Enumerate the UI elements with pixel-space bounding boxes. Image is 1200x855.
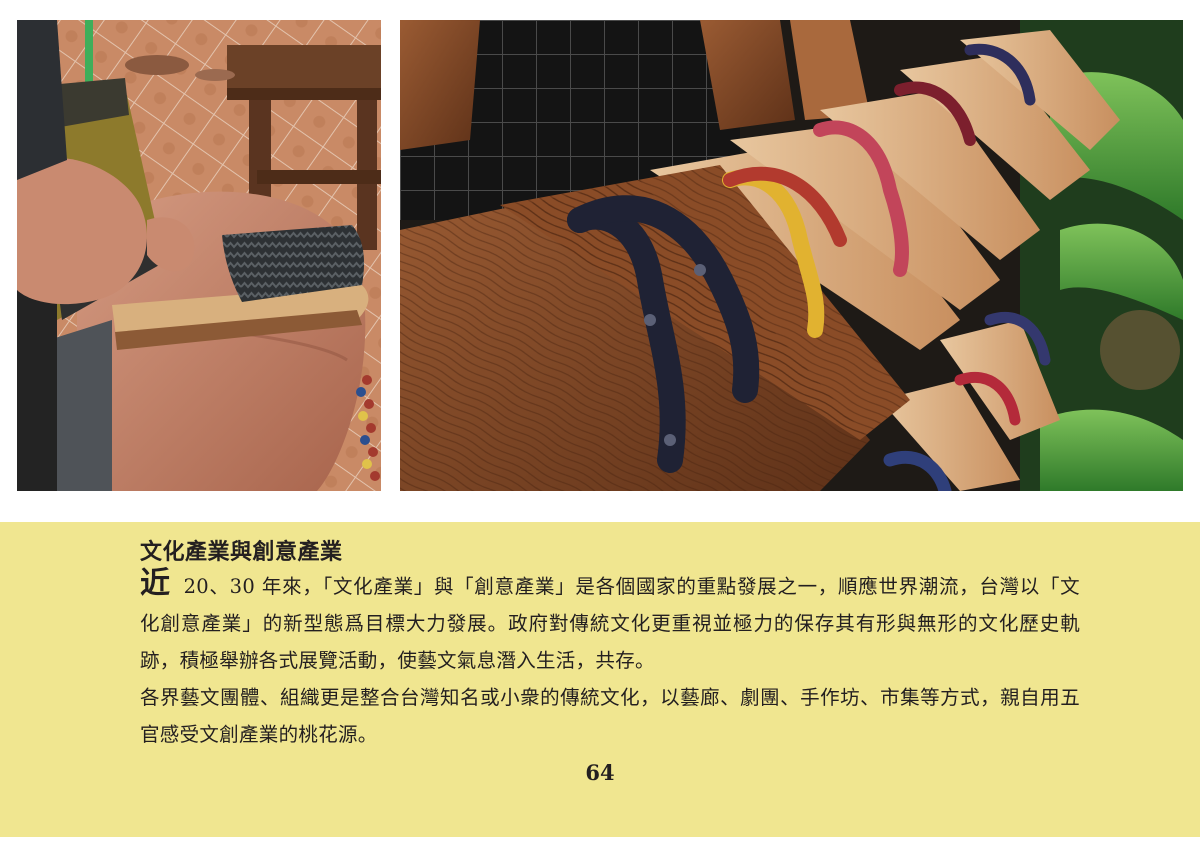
article-paragraph-1: 近 20、30 年來，「文化產業」與「創意產業」是各個國家的重點發展之一，順應世… (140, 568, 1080, 679)
article-title: 文化產業與創意產業 (140, 540, 343, 565)
photo-artisan-stapling-sole (17, 20, 381, 491)
article-paragraph-2: 各界藝文團體、組織更是整合台灣知名或小衆的傳統文化，以藝廊、劇團、手作坊、市集等… (140, 686, 1080, 746)
photo-geta-sandals-display (400, 20, 1183, 491)
paragraph-1-text: 20、30 年來，「文化產業」與「創意產業」是各個國家的重點發展之一，順應世界潮… (140, 575, 1080, 672)
page-number: 64 (585, 760, 615, 785)
text-band: 文化產業與創意產業 近 20、30 年來，「文化產業」與「創意產業」是各個國家的… (0, 522, 1200, 837)
dropcap: 近 (140, 566, 171, 601)
article: 文化產業與創意產業 近 20、30 年來，「文化產業」與「創意產業」是各個國家的… (140, 538, 1080, 753)
